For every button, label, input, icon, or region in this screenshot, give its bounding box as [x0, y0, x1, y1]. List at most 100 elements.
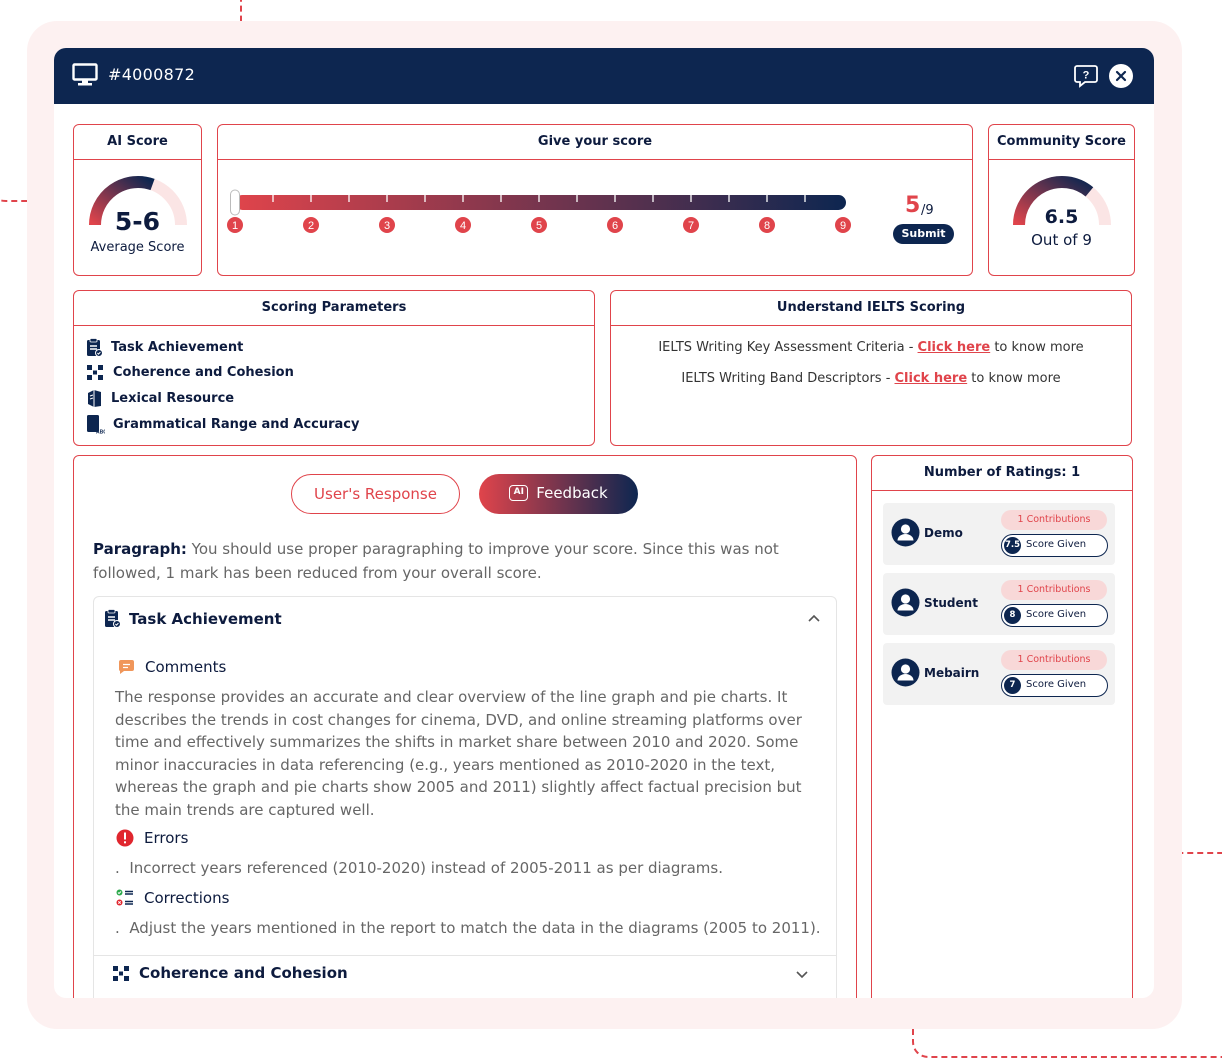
svg-text:?: ? — [1083, 70, 1090, 82]
band-descriptors-link[interactable]: Click here — [895, 371, 968, 386]
modal-header: #4000872 ? — [54, 48, 1154, 104]
ielts-band-line: IELTS Writing Band Descriptors - Click h… — [611, 371, 1131, 386]
ai-feedback-tab[interactable]: AI Feedback — [479, 474, 638, 514]
understand-ielts-card: Understand IELTS Scoring IELTS Writing K… — [610, 290, 1132, 446]
score-tick-label: 6 — [612, 220, 618, 232]
comments-title: Comments — [145, 658, 227, 676]
ai-badge-icon: AI — [509, 484, 529, 501]
grammar-book-icon: ABC — [87, 415, 105, 435]
given-score: 7.5 — [1004, 537, 1021, 554]
monitor-icon — [72, 63, 98, 86]
ielts-criteria-text: IELTS Writing Key Assessment Criteria - — [658, 340, 918, 355]
ielts-band-suffix: to know more — [967, 371, 1061, 386]
given-score: 8 — [1004, 607, 1021, 624]
score-max: /9 — [921, 203, 934, 218]
clipboard-check-icon — [105, 609, 121, 628]
param-label: Task Achievement — [111, 340, 244, 355]
svg-text:ABC: ABC — [96, 430, 105, 435]
comment-icon — [118, 660, 134, 674]
flow-blocks-icon — [87, 365, 103, 380]
param-coherence-cohesion: Coherence and Cohesion — [86, 364, 294, 381]
ielts-band-text: IELTS Writing Band Descriptors - — [681, 371, 895, 386]
errors-title: Errors — [144, 829, 189, 847]
rater-name: Mebairn — [924, 666, 980, 680]
corrections-heading: Corrections — [116, 889, 229, 907]
error-text: Incorrect years referenced (2010-2020) i… — [129, 859, 723, 877]
score-given-pill: 7.5 Score Given — [1001, 534, 1108, 557]
checklist-icon — [116, 889, 133, 906]
ai-score-title: AI Score — [74, 125, 201, 160]
rating-card: Student 1 Contributions 8 Score Given — [883, 573, 1115, 635]
ai-score-subtitle: Average Score — [90, 240, 185, 255]
ai-score-card: AI Score 5-6 Average Score — [73, 124, 202, 276]
score-tick-label: 3 — [384, 220, 390, 232]
score-tick-label: 5 — [536, 220, 542, 232]
selected-score: 5 — [905, 193, 921, 218]
comments-text: The response provides an accurate and cl… — [115, 688, 802, 819]
ratings-title: Number of Ratings: 1 — [872, 456, 1132, 491]
param-label: Coherence and Cohesion — [113, 365, 294, 380]
community-score-title: Community Score — [989, 125, 1134, 160]
user-avatar-icon — [891, 518, 920, 547]
submit-button[interactable]: Submit — [893, 224, 954, 244]
ai-score-value: 5-6 — [114, 207, 161, 236]
score-tick-label: 4 — [460, 220, 466, 232]
community-score-value: 6.5 — [1044, 206, 1079, 228]
community-score-subtitle: Out of 9 — [1031, 231, 1092, 249]
task-achievement-accordion: Task Achievement Comments The response p… — [93, 596, 837, 998]
param-label: Grammatical Range and Accuracy — [113, 416, 360, 432]
score-given-pill: 8 Score Given — [1001, 604, 1108, 627]
clipboard-check-icon — [87, 338, 103, 357]
task-achievement-title: Task Achievement — [129, 609, 282, 628]
paragraph-label: Paragraph: — [93, 540, 187, 558]
paragraph-note: Paragraph: You should use proper paragra… — [93, 537, 813, 585]
page: #4000872 ? AI Score 5-6 Average Score Gi… — [0, 0, 1222, 1060]
paragraph-text: You should use proper paragraphing to im… — [93, 540, 779, 582]
score-tick-label: 2 — [308, 220, 314, 232]
error-icon — [116, 829, 134, 847]
scoring-parameters-card: Scoring Parameters Task Achievement Cohe… — [73, 290, 595, 446]
users-response-tab[interactable]: User's Response — [291, 474, 460, 514]
contributions-badge: 1 Contributions — [1001, 650, 1107, 670]
score-tick-label: 8 — [764, 220, 770, 232]
close-icon — [1115, 70, 1127, 82]
given-score: 7 — [1004, 677, 1021, 694]
coherence-header[interactable]: Coherence and Cohesion — [112, 964, 348, 982]
param-grammatical-range: ABC Grammatical Range and Accuracy — [86, 414, 360, 434]
user-avatar-icon — [891, 588, 920, 617]
criteria-link[interactable]: Click here — [918, 340, 991, 355]
chevron-down-icon[interactable] — [795, 970, 809, 980]
comments-heading: Comments — [118, 658, 226, 676]
rater-name: Demo — [924, 526, 963, 540]
score-given-label: Score Given — [1026, 609, 1087, 620]
chevron-up-icon[interactable] — [807, 613, 821, 623]
user-avatar-icon — [891, 658, 920, 687]
score-slider[interactable]: 1 2 3 4 5 6 7 8 9 — [226, 185, 866, 245]
slider-handle[interactable] — [230, 189, 240, 216]
param-task-achievement: Task Achievement — [86, 338, 243, 357]
scoring-parameters-title: Scoring Parameters — [74, 291, 594, 326]
help-icon[interactable]: ? — [1073, 63, 1099, 89]
correction-text: Adjust the years mentioned in the report… — [129, 919, 821, 937]
rating-card: Mebairn 1 Contributions 7 Score Given — [883, 643, 1115, 705]
param-label: Lexical Resource — [111, 391, 235, 406]
error-item: . Incorrect years referenced (2010-2020)… — [115, 859, 723, 877]
score-tick-label: 7 — [688, 220, 694, 232]
give-score-title: Give your score — [218, 125, 972, 160]
rating-card: Demo 1 Contributions 7.5 Score Given — [883, 503, 1115, 565]
close-button[interactable] — [1109, 64, 1133, 88]
ratings-panel: Number of Ratings: 1 Demo 1 Contributions… — [871, 455, 1133, 998]
ielts-criteria-line: IELTS Writing Key Assessment Criteria - … — [611, 340, 1131, 355]
divider — [94, 955, 836, 956]
param-lexical-resource: Lexical Resource — [86, 389, 234, 408]
errors-heading: Errors — [116, 829, 188, 847]
ielts-criteria-suffix: to know more — [990, 340, 1084, 355]
give-score-card: Give your score 1 2 3 4 5 6 7 8 9 5 /9 Submit — [217, 124, 973, 276]
understand-ielts-title: Understand IELTS Scoring — [611, 291, 1131, 326]
score-given-label: Score Given — [1026, 539, 1087, 550]
corrections-title: Corrections — [144, 889, 230, 907]
evaluation-modal: #4000872 ? AI Score 5-6 Average Score Gi… — [54, 48, 1154, 998]
score-tick-label: 1 — [232, 220, 238, 232]
score-given-pill: 7 Score Given — [1001, 674, 1108, 697]
task-achievement-header[interactable]: Task Achievement — [104, 609, 282, 628]
